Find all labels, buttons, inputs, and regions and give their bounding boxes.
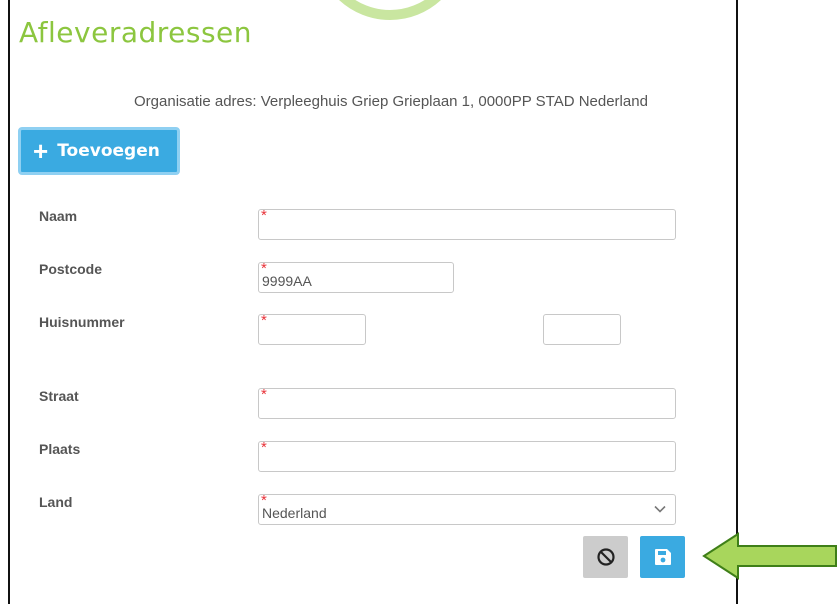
postcode-input[interactable]: * 9999AA <box>258 261 454 293</box>
straat-label: Straat <box>39 388 79 404</box>
postcode-placeholder: 9999AA <box>262 273 312 289</box>
huisnummer-addition-input[interactable] <box>543 314 621 345</box>
pointer-arrow <box>702 532 837 580</box>
postcode-label: Postcode <box>39 261 103 277</box>
required-marker: * <box>261 312 267 329</box>
naam-input[interactable]: * <box>258 207 676 240</box>
plaats-input[interactable]: * <box>258 439 676 472</box>
required-marker: * <box>261 207 267 224</box>
organisation-address: Organisatie adres: Verpleeghuis Griep Gr… <box>134 93 648 110</box>
required-marker: * <box>261 386 267 403</box>
land-selected-value: Nederland <box>262 505 327 521</box>
add-button-label: Toevoegen <box>57 141 160 161</box>
decorative-arc <box>315 0 465 20</box>
ban-icon <box>596 548 615 566</box>
floppy-disk-icon <box>654 549 671 565</box>
straat-input[interactable]: * <box>258 386 676 419</box>
plus-icon: + <box>33 136 49 166</box>
required-marker: * <box>261 439 267 456</box>
land-select[interactable]: * Nederland <box>258 493 676 525</box>
address-panel: Afleveradressen Organisatie adres: Verpl… <box>8 0 738 604</box>
land-label: Land <box>39 494 73 510</box>
huisnummer-label: Huisnummer <box>39 314 125 330</box>
add-button[interactable]: + Toevoegen <box>18 127 180 175</box>
page-title: Afleveradressen <box>19 16 253 49</box>
naam-label: Naam <box>39 208 78 224</box>
plaats-label: Plaats <box>39 441 81 457</box>
huisnummer-input[interactable]: * <box>258 312 366 345</box>
save-button[interactable] <box>640 536 685 578</box>
cancel-button[interactable] <box>583 536 628 578</box>
chevron-down-icon <box>654 505 666 513</box>
